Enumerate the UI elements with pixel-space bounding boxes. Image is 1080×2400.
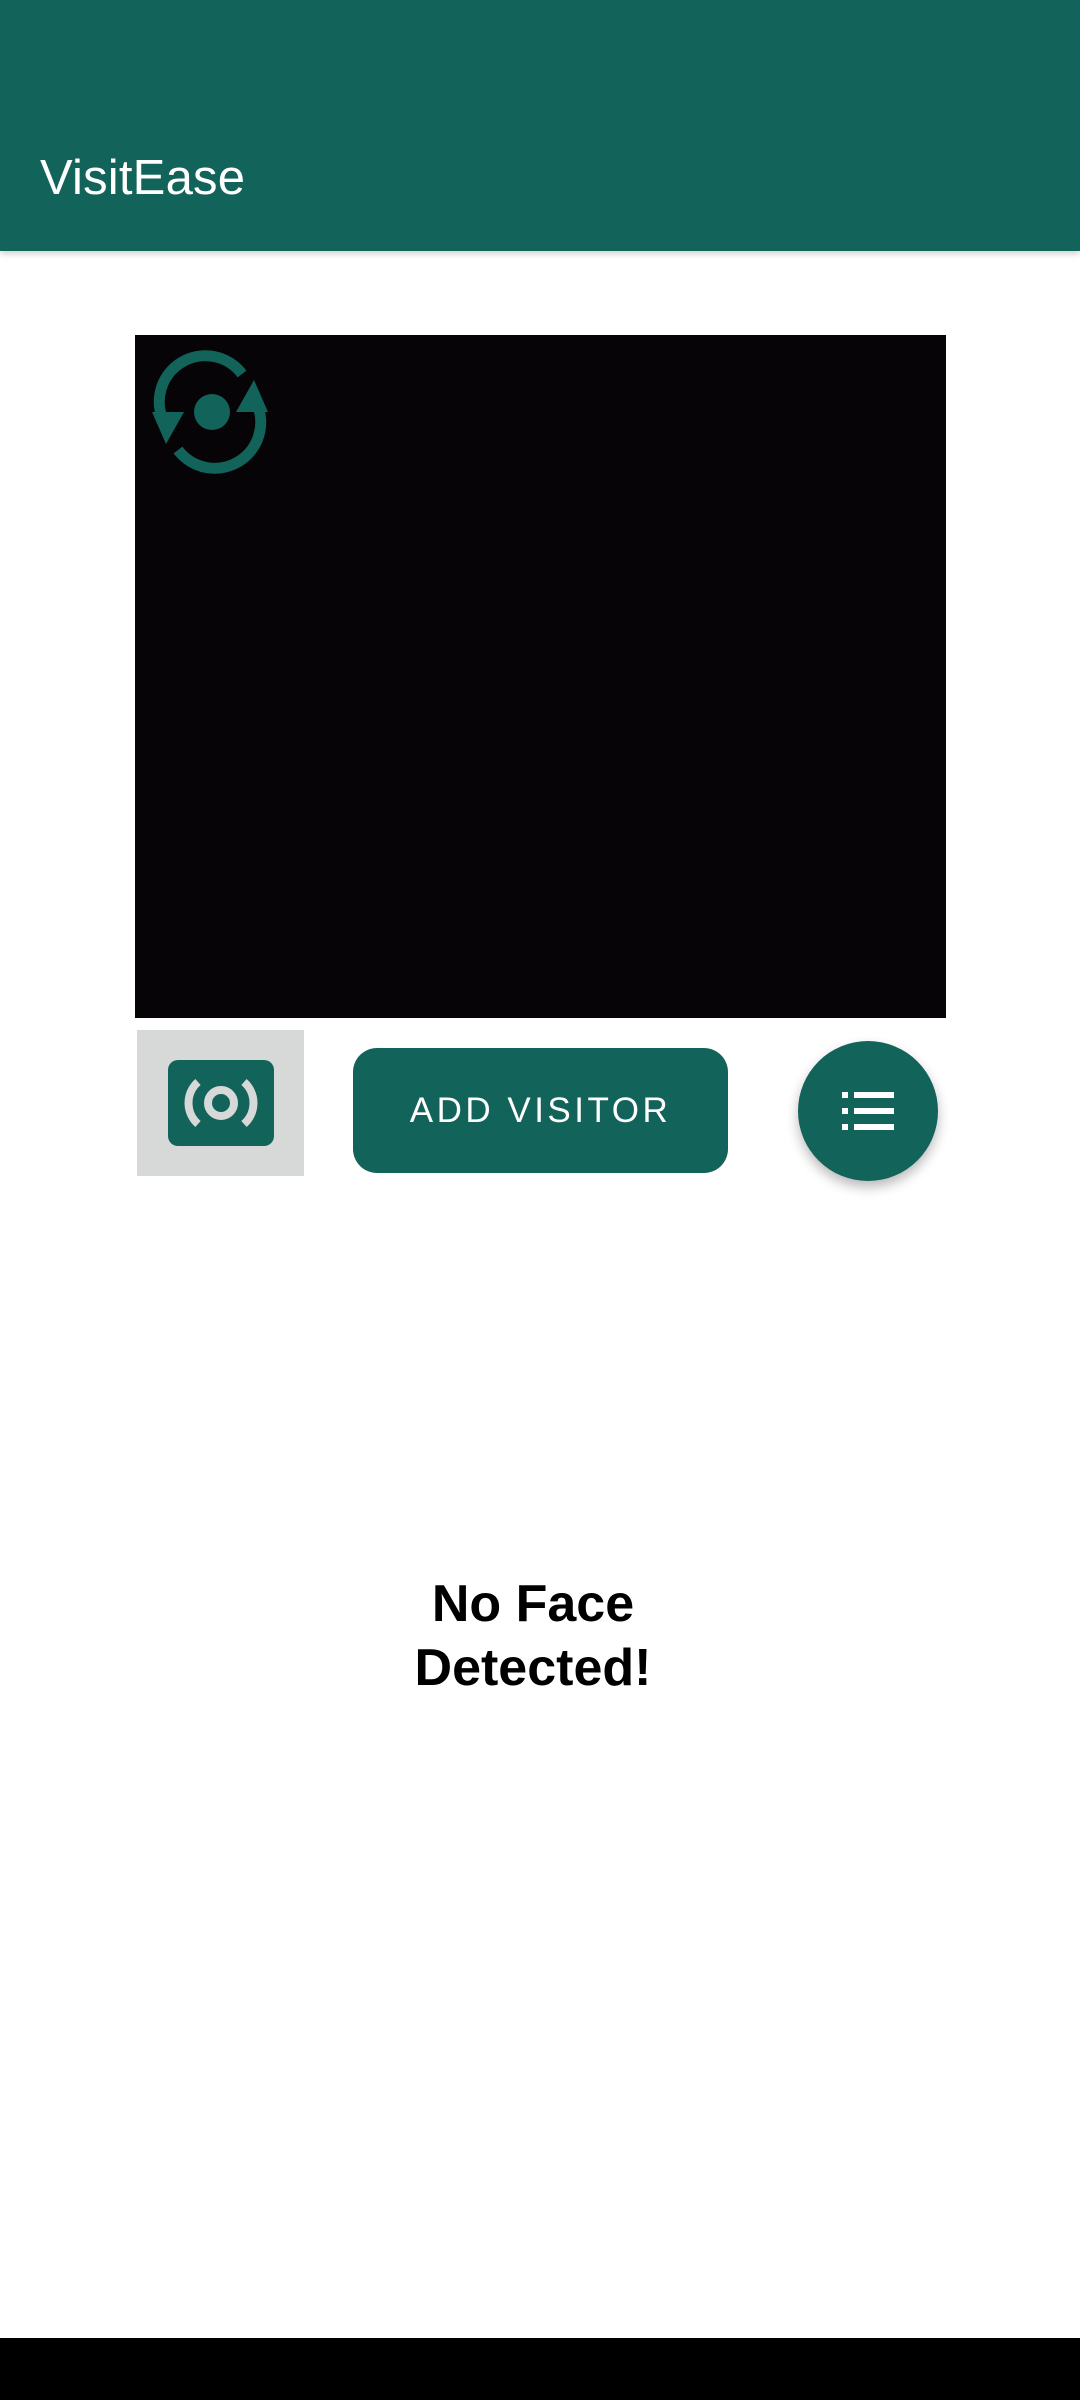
capture-button[interactable]	[137, 1030, 304, 1176]
add-visitor-button[interactable]: ADD VISITOR	[353, 1048, 728, 1173]
face-detection-status: No Face Detected!	[340, 1572, 726, 1700]
camera-capture-icon	[167, 1060, 274, 1146]
switch-camera-icon	[152, 350, 268, 474]
switch-camera-button[interactable]	[142, 344, 278, 480]
app-title: VisitEase	[40, 151, 246, 205]
system-navigation-bar	[0, 2338, 1080, 2400]
status-line-2: Detected!	[414, 1639, 652, 1697]
list-fab[interactable]	[798, 1041, 938, 1181]
app-bar: VisitEase	[0, 0, 1080, 251]
status-line-1: No Face	[431, 1575, 635, 1633]
list-icon	[842, 1092, 894, 1130]
